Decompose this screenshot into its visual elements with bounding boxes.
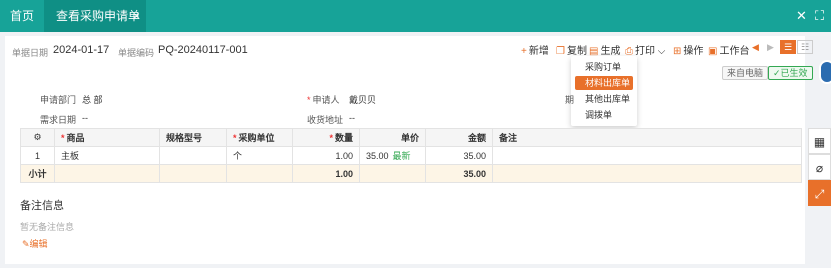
- date-label: 单据日期: [12, 48, 49, 58]
- table-header-row: ⚙ * 商品 规格型号 * 采购单位 * 数量 单价 金额 备注: [20, 128, 802, 147]
- cell-amount: 35.00: [425, 146, 493, 165]
- prev-arrow-icon[interactable]: ◀: [752, 42, 759, 53]
- edit-icon: ✎: [22, 239, 30, 249]
- subtotal-label: 小计: [20, 164, 55, 183]
- menu-item-other-outbound[interactable]: 其他出库单: [575, 92, 633, 106]
- check-icon: ✓: [773, 68, 781, 78]
- need-date-label: 需求日期: [40, 115, 77, 125]
- address-label: 收货地址: [307, 115, 344, 125]
- col-price: 单价: [359, 128, 426, 147]
- col-spec: 规格型号: [159, 128, 227, 147]
- tab-close-icon[interactable]: ×: [133, 0, 140, 32]
- workbench-button[interactable]: ▣ 工作台: [708, 42, 749, 57]
- latest-price-link[interactable]: 最新: [393, 151, 411, 161]
- tab-home[interactable]: 首页: [10, 0, 34, 32]
- close-icon[interactable]: ✕: [796, 8, 807, 24]
- operate-button[interactable]: ⊞ 操作: [673, 42, 703, 57]
- edit-notes-button[interactable]: ✎编辑: [22, 237, 48, 250]
- table-row: 1 主板 个 1.00 35.00 最新 35.00: [20, 146, 802, 165]
- cell-qty: 1.00: [292, 146, 360, 165]
- col-qty: * 数量: [292, 128, 360, 147]
- form-check-icon[interactable]: ▦: [808, 128, 831, 154]
- subtotal-row: 小计 1.00 35.00: [20, 164, 802, 183]
- menu-item-purchase-order[interactable]: 采购订单: [575, 60, 633, 74]
- notes-empty-text: 暂无备注信息: [20, 222, 75, 232]
- tab-label: 查看采购申请单: [56, 9, 141, 23]
- cell-remark: [492, 146, 802, 165]
- code-label: 单据编码: [118, 48, 155, 58]
- need-date-value: --: [82, 113, 88, 123]
- applicant-value: 戴贝贝: [349, 95, 377, 105]
- top-tab-bar: 首页 查看采购申请单 × ✕ ⛶: [0, 0, 831, 32]
- cell-product: 主板: [54, 146, 160, 165]
- items-table: ⚙ * 商品 规格型号 * 采购单位 * 数量 单价 金额 备注 1 主板 个 1.0…: [20, 128, 802, 183]
- applicant-label: * 申请人: [307, 95, 340, 105]
- cell-unit: 个: [226, 146, 293, 165]
- status-badge: ✓已生效: [768, 66, 813, 80]
- dept-value: 总 部: [82, 95, 103, 105]
- fullscreen-icon[interactable]: ⛶: [815, 8, 824, 24]
- col-unit: * 采购单位: [226, 128, 293, 147]
- col-product: * 商品: [54, 128, 160, 147]
- cell-price: 35.00 最新: [359, 146, 426, 165]
- cell-spec: [159, 146, 227, 165]
- col-amount: 金额: [425, 128, 493, 147]
- dept-label: 申请部门: [40, 95, 77, 105]
- address-value: --: [349, 113, 355, 123]
- copy-icon: ❐: [556, 46, 565, 57]
- assistant-avatar[interactable]: [819, 60, 831, 84]
- plus-icon: +: [521, 46, 527, 57]
- grid-icon: ⊞: [673, 46, 682, 57]
- col-remark: 备注: [492, 128, 802, 147]
- notes-title: 备注信息: [20, 200, 64, 212]
- row-index: 1: [20, 146, 55, 165]
- menu-item-transfer[interactable]: 调拨单: [575, 108, 633, 122]
- list-view-icon[interactable]: ☰: [780, 40, 796, 54]
- subtotal-qty: 1.00: [292, 164, 360, 183]
- copy-button[interactable]: ❐ 复制: [556, 42, 587, 57]
- tab-view-purchase-request[interactable]: 查看采购申请单 ×: [44, 0, 146, 32]
- print-button[interactable]: ⎙ 打印 ⌵: [625, 42, 665, 57]
- source-badge: 来自电脑: [722, 66, 769, 80]
- cut-off-label: 期: [565, 95, 575, 105]
- add-button[interactable]: + 新增: [521, 42, 549, 57]
- code-value: PQ-20240117-001: [158, 44, 248, 56]
- attachment-icon[interactable]: ⌀: [808, 154, 831, 180]
- subtotal-amount: 35.00: [425, 164, 493, 183]
- next-arrow-icon[interactable]: ▶: [767, 42, 774, 53]
- detail-view-icon[interactable]: ☷: [797, 40, 813, 54]
- workbench-icon: ▣: [708, 46, 718, 57]
- chevron-down-icon: ⌵: [657, 46, 666, 57]
- menu-item-material-outbound[interactable]: 材料出库单: [575, 76, 633, 90]
- generate-button[interactable]: ▤ 生成: [589, 42, 620, 57]
- generate-dropdown-menu: 采购订单 材料出库单 其他出库单 调拨单: [571, 56, 637, 126]
- settings-icon[interactable]: ⚙: [20, 128, 55, 147]
- date-value: 2024-01-17: [53, 44, 110, 56]
- expand-icon[interactable]: ⤢: [808, 180, 831, 206]
